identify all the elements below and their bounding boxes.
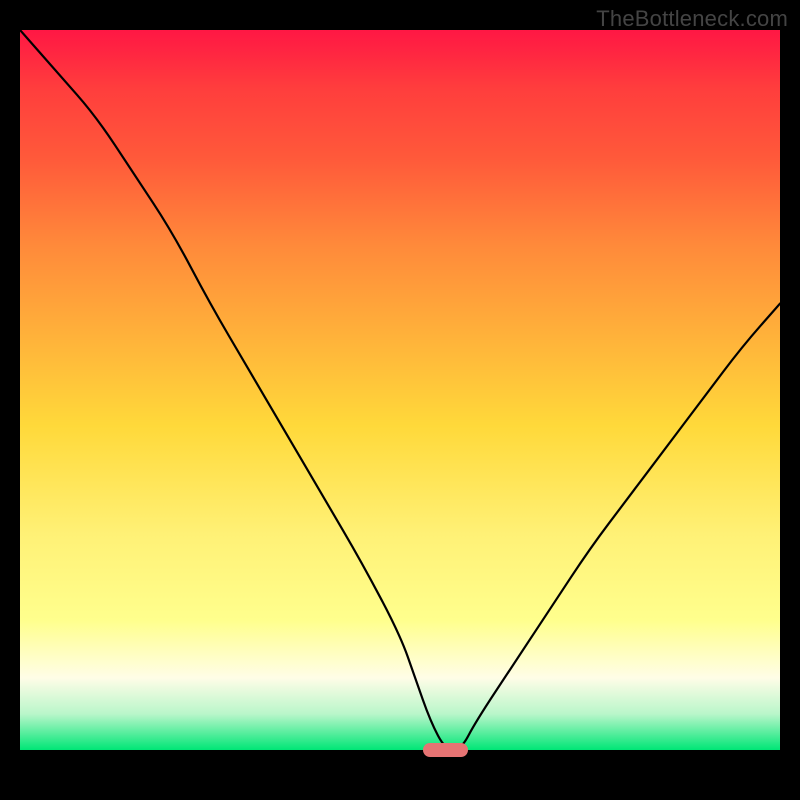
curve-svg [20, 30, 780, 750]
optimal-marker [423, 743, 469, 757]
plot-area [20, 30, 780, 750]
watermark-text: TheBottleneck.com [596, 6, 788, 32]
bottleneck-curve [20, 30, 780, 750]
chart-container: TheBottleneck.com [0, 0, 800, 800]
